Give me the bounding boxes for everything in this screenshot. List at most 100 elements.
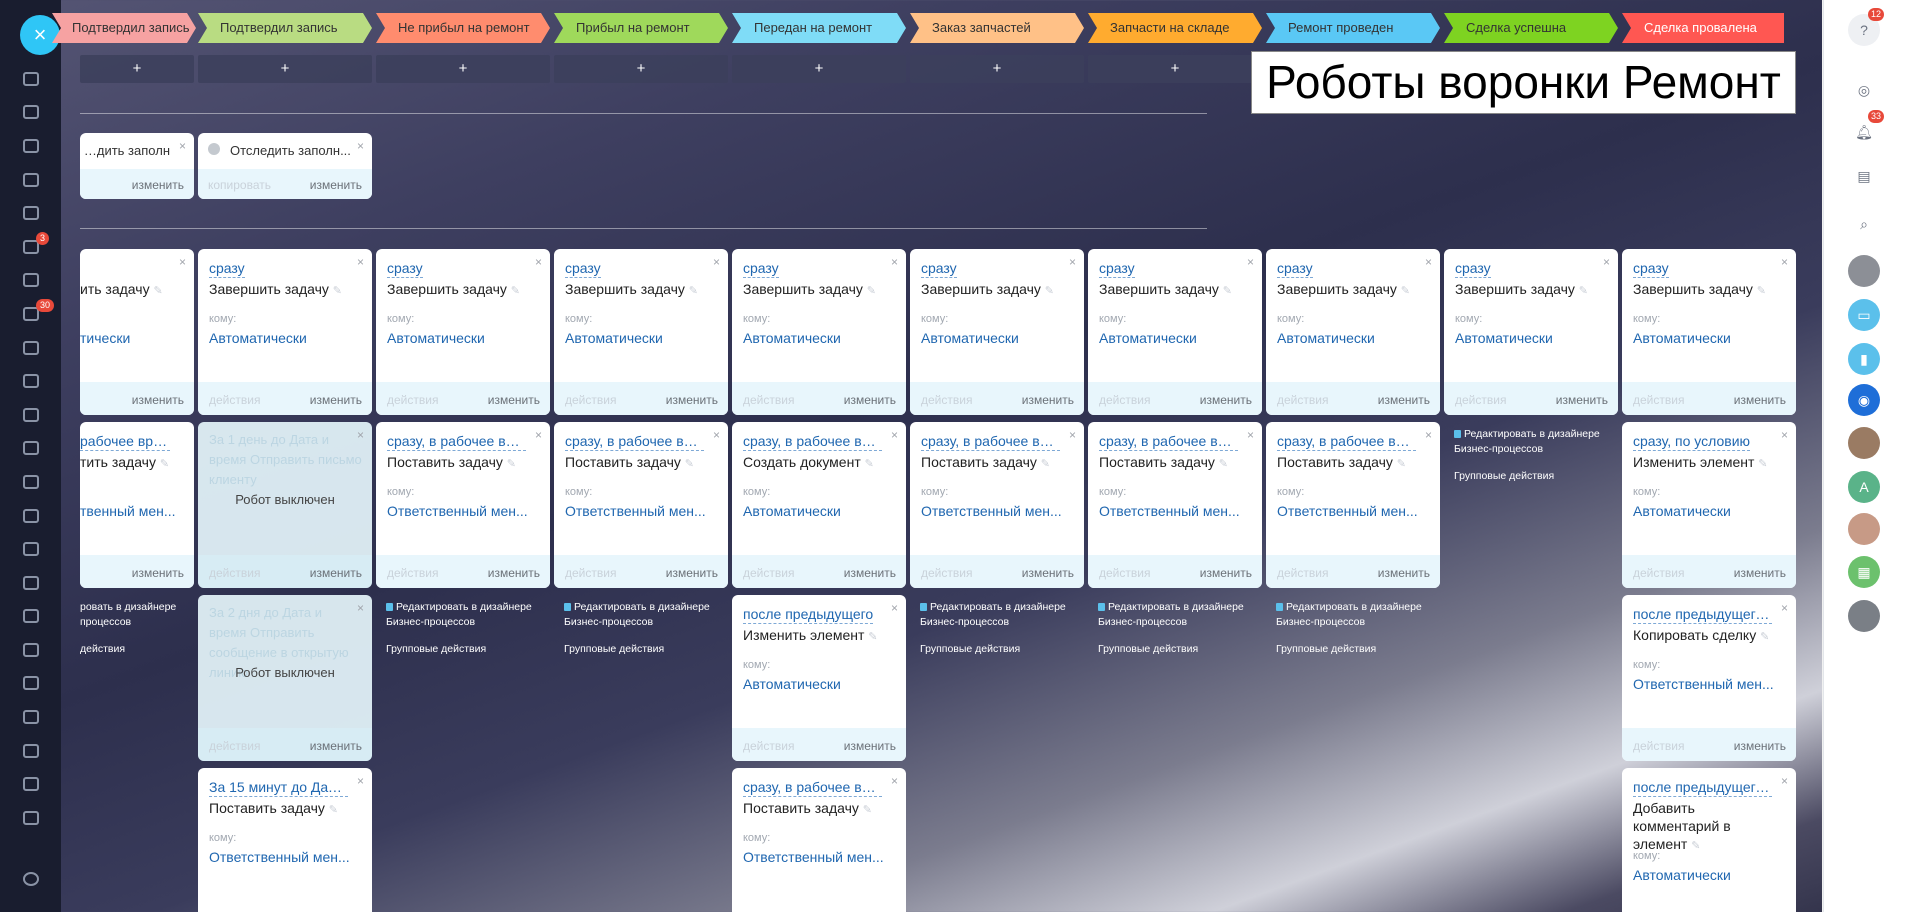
edit-link[interactable]: изменить [1200,393,1252,407]
edit-link[interactable]: изменить [1734,566,1786,580]
edit-link[interactable]: изменить [310,393,362,407]
pencil-icon[interactable]: ✎ [507,458,516,470]
edit-link[interactable]: изменить [844,739,896,753]
add-robot-button[interactable]: + [1088,55,1262,83]
pencil-icon[interactable]: ✎ [160,458,169,470]
actions-link[interactable]: действия [1633,739,1684,753]
actions-link[interactable]: действия [743,739,794,753]
actions-link[interactable]: действия [565,566,616,580]
robot-trigger[interactable]: после предыдущего, п... [1633,778,1772,797]
stage-2[interactable]: Не прибыл на ремонт [376,13,550,43]
robot-assignee[interactable]: Автоматически [1277,330,1428,346]
robot-card[interactable]: после предыдущего, п... Добавить коммент… [1622,768,1796,912]
actions-link[interactable]: действия [209,566,260,580]
messages-icon[interactable]: ▤ [1848,160,1880,192]
bp-designer-link[interactable]: Редактировать в дизайнере [1454,427,1622,442]
stage-5[interactable]: Заказ запчастей [910,13,1084,43]
group-actions-link[interactable]: Групповые действия [1098,642,1262,657]
bookmark-icon[interactable]: ▮ [1848,343,1880,375]
close-icon[interactable]: × [713,255,720,269]
copy-link[interactable]: копировать [208,178,271,192]
stage-8[interactable]: Сделка успешна [1444,13,1618,43]
robot-assignee[interactable]: Автоматически [1633,867,1784,883]
sign-icon[interactable] [0,767,61,801]
close-icon[interactable]: × [357,774,364,788]
bp-designer-link-2[interactable]: Бизнес-процессов [1276,615,1440,630]
bp-designer-link[interactable]: ровать в дизайнере [80,600,194,615]
chat-icon[interactable] [0,331,61,365]
robot-assignee[interactable]: Автоматически [743,676,894,692]
robot-assignee[interactable]: Автоматически [921,330,1072,346]
actions-link[interactable]: действия [1099,393,1150,407]
actions-link[interactable]: действия [1633,393,1684,407]
robot-card[interactable]: сразу Завершить задачу ✎ кому: Автоматич… [732,249,906,415]
add-robot-button[interactable]: + [376,55,550,83]
robot-card[interactable]: сразу, по условию Изменить элемент ✎ ком… [1622,422,1796,588]
robot-card[interactable]: сразу, в рабочее время Создать документ … [732,422,906,588]
feed-icon[interactable] [0,96,61,130]
close-icon[interactable]: × [891,255,898,269]
board-icon[interactable] [0,465,61,499]
robot-card[interactable]: сразу Завершить задачу ✎ кому: Автоматич… [554,249,728,415]
pencil-icon[interactable]: ✎ [329,804,338,816]
actions-link[interactable]: действия [387,393,438,407]
close-icon[interactable]: × [1069,428,1076,442]
edit-link[interactable]: изменить [488,393,540,407]
bp-designer-link-2[interactable]: Бизнес-процессов [386,615,550,630]
close-icon[interactable]: × [1781,774,1788,788]
groups-icon[interactable] [0,566,61,600]
close-icon[interactable]: × [1603,255,1610,269]
actions-link[interactable]: действия [1099,566,1150,580]
bell-icon[interactable]: 🔔︎ 33 [1848,110,1885,148]
actions-link[interactable]: действия [209,739,260,753]
bank-icon[interactable] [0,129,61,163]
robot-assignee[interactable]: Автоматически [209,330,360,346]
robot-assignee[interactable]: Автоматически [1099,330,1250,346]
close-icon[interactable]: × [1425,428,1432,442]
robot-card[interactable]: сразу Завершить задачу ✎ кому: Автоматич… [1088,249,1262,415]
bp-designer-link-2[interactable]: Бизнес-процессов [1454,442,1622,457]
edit-link[interactable]: изменить [1378,566,1430,580]
edit-link[interactable]: изменить [1022,393,1074,407]
pencil-icon[interactable]: ✎ [1401,285,1410,297]
close-icon[interactable]: × [1781,255,1788,269]
close-icon[interactable]: × [357,139,364,153]
robot-assignee[interactable]: Ответственный мен... [1633,676,1784,692]
video-icon[interactable] [0,364,61,398]
robot-trigger[interactable]: сразу [743,259,779,278]
close-icon[interactable]: × [1781,428,1788,442]
robot-assignee[interactable]: Ответственный мен... [565,503,716,519]
actions-link[interactable]: действия [921,393,972,407]
avatar[interactable]: A [1848,471,1880,503]
stage-3[interactable]: Прибыл на ремонт [554,13,728,43]
bp-designer-link[interactable]: Редактировать в дизайнере [564,600,728,615]
cart-icon[interactable] [0,196,61,230]
checklist-icon[interactable] [0,734,61,768]
tasks-icon[interactable]: 3 [0,230,61,264]
close-icon[interactable]: × [357,601,364,615]
robot-assignee[interactable]: Ответственный мен... [1277,503,1428,519]
actions-link[interactable]: действия [565,393,616,407]
close-icon[interactable]: × [179,255,186,269]
pencil-icon[interactable]: ✎ [1219,458,1228,470]
actions-link[interactable]: действия [387,566,438,580]
robot-trigger[interactable]: после предыдущего [743,605,874,624]
crm-icon[interactable] [0,264,61,298]
edit-link[interactable]: изменить [844,566,896,580]
bp-designer-link[interactable]: Редактировать в дизайнере [1276,600,1440,615]
robot-assignee[interactable]: Автоматически [1633,330,1784,346]
robot-card[interactable]: сразу, в рабочее врем... Поставить задач… [1088,422,1262,588]
robot-trigger[interactable]: сразу, в рабочее врем... [921,432,1060,451]
robot-assignee[interactable]: Ответственный мен... [743,849,894,865]
pencil-icon[interactable]: ✎ [1223,285,1232,297]
pencil-icon[interactable]: ✎ [1397,458,1406,470]
edit-link[interactable]: изменить [132,566,184,580]
close-icon[interactable]: × [1247,428,1254,442]
pencil-icon[interactable]: ✎ [1760,631,1769,643]
add-robot-button[interactable]: + [80,55,194,83]
robot-assignee[interactable]: Автоматически [743,330,894,346]
pencil-icon[interactable]: ✎ [1579,285,1588,297]
stage-9[interactable]: Сделка провалена [1622,13,1784,43]
actions-link[interactable]: действия [1633,566,1684,580]
robot-trigger[interactable]: сразу [565,259,601,278]
